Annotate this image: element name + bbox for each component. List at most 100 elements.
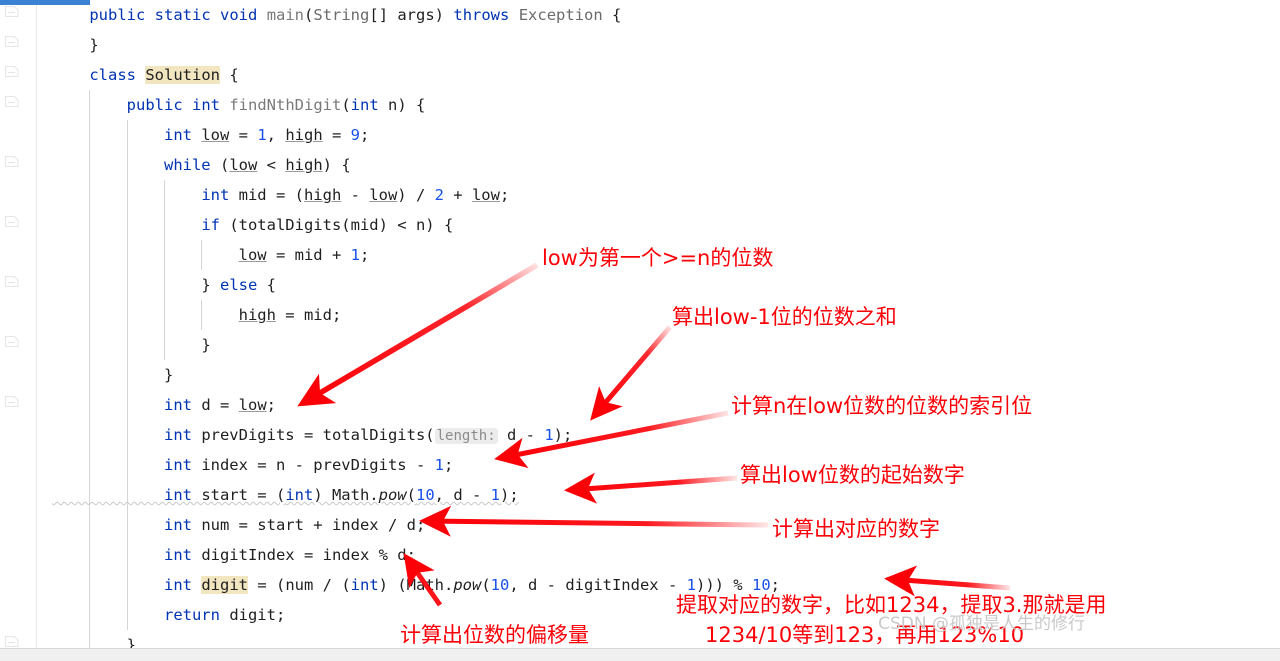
line-digit-token-6: pow	[453, 576, 482, 594]
line-low-high-init-token-8: 9	[350, 126, 361, 144]
line-main-signature-token-9: [] args)	[369, 6, 454, 24]
line-main-signature-token-3	[211, 6, 220, 24]
line-main-signature-token-2: static	[154, 6, 211, 24]
code-fold-icon[interactable]	[4, 394, 19, 409]
code-fold-icon[interactable]	[4, 214, 19, 229]
line-method-findnthdigit-token-7: n) {	[378, 96, 426, 114]
line-digit-token-4: int	[350, 576, 379, 594]
line-num-token-1: num = start + index / d;	[191, 516, 426, 534]
line-mid-token-3: -	[341, 186, 370, 204]
line-while-token-1: (	[210, 156, 230, 174]
line-if-totaldigits-token-1: (totalDigits(mid) < n) {	[219, 216, 454, 234]
line-digitindex-token-1: digitIndex = index % d;	[191, 546, 416, 564]
line-while-token-4: high	[285, 156, 323, 174]
code-fold-icon[interactable]	[4, 154, 19, 169]
line-while-close[interactable]: }	[52, 360, 1152, 390]
code-fold-icon[interactable]	[4, 634, 19, 649]
line-low-high-init-token-0: int	[163, 126, 192, 144]
line-low-high-init-token-1	[192, 126, 201, 144]
line-low-high-init-token-2: low	[201, 126, 230, 144]
line-prevdigits-token-3: d -	[497, 426, 545, 444]
line-main-signature-token-4: void	[220, 6, 258, 24]
line-low-high-init-token-5: ,	[266, 126, 286, 144]
line-start-token-3: ) Math.	[313, 486, 379, 504]
line-return-token-0: return	[163, 606, 220, 624]
line-prevdigits-token-2: length:	[434, 428, 498, 444]
line-low-assign-token-0: low	[238, 246, 267, 264]
line-mid-token-2: high	[303, 186, 342, 204]
line-d-assign-token-1: d =	[191, 396, 239, 414]
note-digit-offset: 计算出位数的偏移量	[400, 623, 589, 647]
line-index[interactable]: int index = n - prevDigits - 1;	[52, 450, 1152, 480]
line-main-signature[interactable]: public static void main(String[] args) t…	[52, 0, 1152, 30]
line-high-assign[interactable]: high = mid;	[52, 300, 1152, 330]
line-main-signature-token-5	[257, 6, 266, 24]
line-low-high-init-token-9: ;	[360, 126, 370, 144]
line-start-token-1: start = (	[191, 486, 286, 504]
note-index-in-low-digits: 计算n在low位数的位数的索引位	[731, 394, 1033, 418]
line-digit-token-2: digit	[201, 576, 248, 594]
line-method-findnthdigit-token-3	[220, 96, 229, 114]
line-start-token-2: int	[285, 486, 314, 504]
line-main-signature-token-13: {	[602, 6, 622, 24]
line-else-token-1: else	[219, 276, 258, 294]
line-main-signature-token-10: throws	[453, 6, 510, 24]
line-index-token-2: 1	[434, 456, 444, 474]
line-main-signature-token-0: public	[89, 6, 146, 24]
line-method-findnthdigit-token-1	[183, 96, 192, 114]
line-low-high-init[interactable]: int low = 1, high = 9;	[52, 120, 1152, 150]
line-while-token-5: ) {	[322, 156, 351, 174]
line-while-close-token-0: }	[163, 366, 174, 384]
line-main-close[interactable]: }	[52, 30, 1152, 60]
line-class-solution-token-3: {	[220, 66, 239, 84]
code-content[interactable]: public static void main(String[] args) t…	[52, 0, 1152, 660]
line-method-findnthdigit[interactable]: public int findNthDigit(int n) {	[52, 90, 1152, 120]
code-fold-icon[interactable]	[4, 334, 19, 349]
line-method-findnthdigit-token-5: (	[341, 96, 351, 114]
line-mid-token-7: +	[443, 186, 472, 204]
line-else-token-2: {	[257, 276, 276, 294]
line-d-assign-token-3: ;	[266, 396, 276, 414]
line-main-signature-token-8: String	[313, 6, 370, 24]
line-high-assign-token-0: high	[238, 306, 276, 324]
line-num[interactable]: int num = start + index / d;	[52, 510, 1152, 540]
line-prevdigits-token-5: );	[553, 426, 573, 444]
line-if-close[interactable]: }	[52, 330, 1152, 360]
line-start-token-9: );	[500, 486, 519, 504]
note-compute-target-number: 计算出对应的数字	[772, 517, 940, 541]
code-fold-icon[interactable]	[4, 4, 19, 19]
line-digit-token-7: (	[481, 576, 491, 594]
line-mid[interactable]: int mid = (high - low) / 2 + low;	[52, 180, 1152, 210]
code-fold-icon[interactable]	[4, 34, 19, 49]
line-while-token-3: <	[257, 156, 286, 174]
line-else[interactable]: } else {	[52, 270, 1152, 300]
line-while[interactable]: while (low < high) {	[52, 150, 1152, 180]
line-digitindex[interactable]: int digitIndex = index % d;	[52, 540, 1152, 570]
line-index-token-1: index = n - prevDigits -	[191, 456, 435, 474]
line-method-findnthdigit-token-6: int	[350, 96, 379, 114]
code-fold-icon[interactable]	[4, 94, 19, 109]
line-mid-token-0: int	[201, 186, 230, 204]
line-class-solution[interactable]: class Solution {	[52, 60, 1152, 90]
line-start-token-7: , d -	[434, 486, 491, 504]
line-d-assign-token-0: int	[163, 396, 192, 414]
line-start[interactable]: int start = (int) Math.pow(10, d - 1);	[52, 480, 1152, 510]
line-prevdigits-token-0: int	[163, 426, 192, 444]
line-digitindex-token-0: int	[163, 546, 192, 564]
code-fold-icon[interactable]	[4, 274, 19, 289]
line-main-signature-token-7: (	[304, 6, 314, 24]
line-mid-token-4: low	[369, 186, 398, 204]
line-start-token-6: 10	[415, 486, 435, 504]
line-prevdigits[interactable]: int prevDigits = totalDigits(length: d -…	[52, 420, 1152, 450]
line-if-close-token-0: }	[201, 336, 211, 354]
line-mid-token-5: ) /	[397, 186, 435, 204]
note-start-number-of-low: 算出low位数的起始数字	[740, 463, 965, 487]
line-digit-token-8: 10	[490, 576, 510, 594]
line-high-assign-token-1: = mid;	[275, 306, 342, 324]
line-num-token-0: int	[163, 516, 192, 534]
line-low-high-init-token-7: =	[322, 126, 351, 144]
line-index-token-0: int	[163, 456, 192, 474]
line-if-totaldigits[interactable]: if (totalDigits(mid) < n) {	[52, 210, 1152, 240]
note-sum-of-lower-digits: 算出low-1位的位数之和	[672, 305, 897, 329]
code-fold-icon[interactable]	[4, 64, 19, 79]
